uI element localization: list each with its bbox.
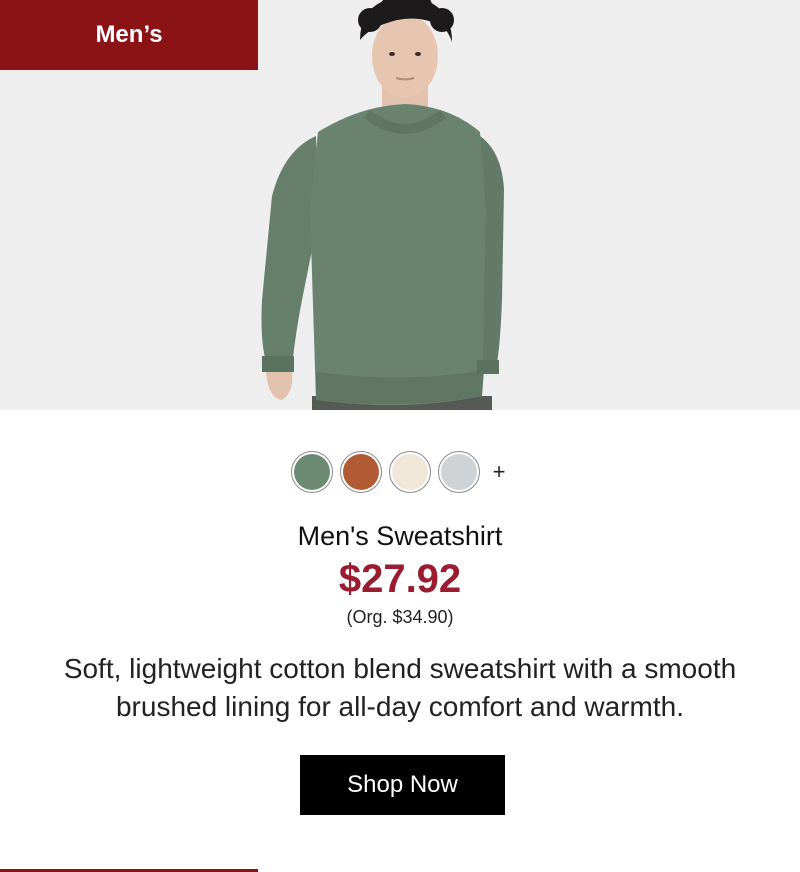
hero-image[interactable]: Men’s (0, 0, 800, 410)
product-title[interactable]: Men's Sweatshirt (0, 521, 800, 552)
swatch-ivory[interactable] (389, 451, 431, 493)
original-price: (Org. $34.90) (346, 607, 454, 627)
color-swatches: + (0, 451, 800, 493)
shop-now-button[interactable]: Shop Now (300, 755, 505, 815)
swatch-terracotta-color (343, 454, 379, 490)
swatch-heather-gray-color (441, 454, 477, 490)
more-colors-plus-icon[interactable]: + (489, 461, 509, 483)
sale-price: $27.92 (338, 557, 462, 601)
category-badge: Men’s (0, 0, 258, 70)
swatch-green-color (294, 454, 330, 490)
swatch-terracotta[interactable] (340, 451, 382, 493)
swatch-green[interactable] (291, 451, 333, 493)
product-description: Soft, lightweight cotton blend sweatshir… (63, 653, 737, 722)
swatch-ivory-color (392, 454, 428, 490)
swatch-heather-gray[interactable] (438, 451, 480, 493)
